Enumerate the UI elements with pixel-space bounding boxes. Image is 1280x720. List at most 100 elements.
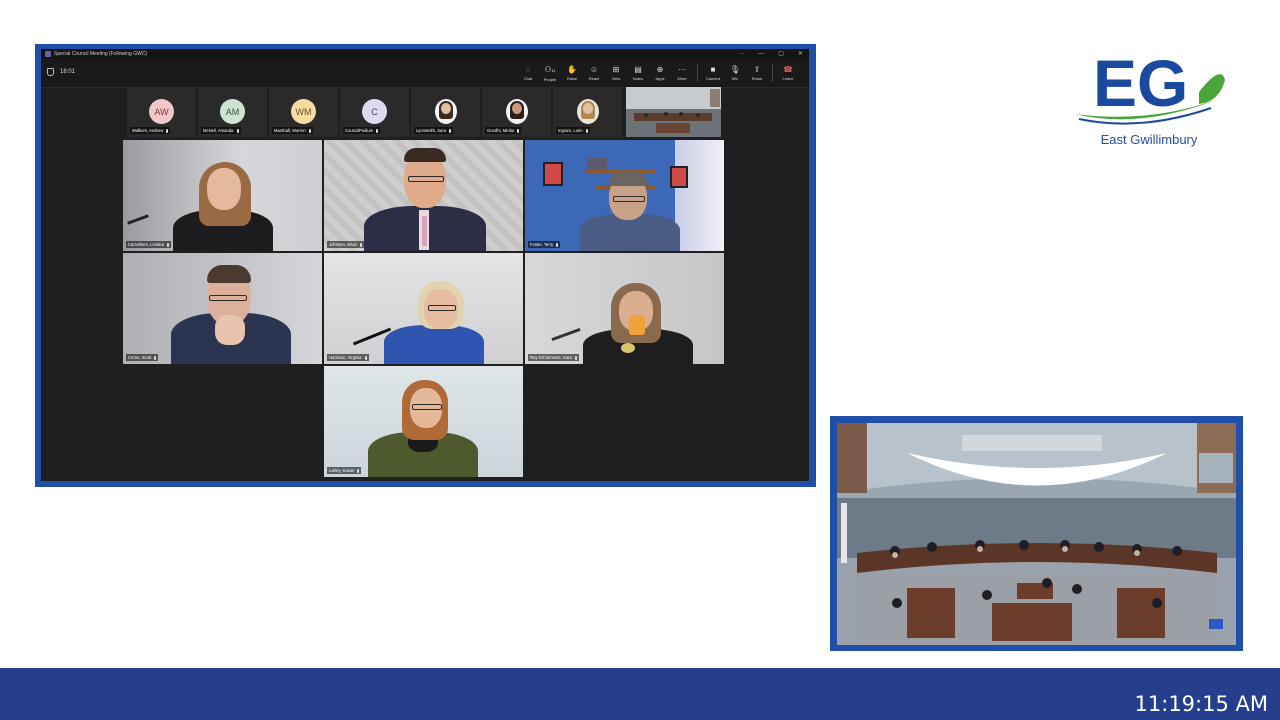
- timer-text: 18:01: [60, 69, 76, 75]
- chamber-camera-feed: [837, 423, 1236, 645]
- leave-button[interactable]: ☎ Leave: [777, 62, 799, 84]
- meeting-toolbar: 18:01 ◌ Chat ⚇11 People ✋ Raise ☺ React ⊞ Vie…: [41, 59, 809, 88]
- participant-name: Marshall, Warren: [274, 128, 306, 133]
- camera-icon: ■: [710, 65, 716, 74]
- video-tile[interactable]: Lahey, Susan: [324, 366, 523, 477]
- title-bar: Special Council Meeting (Following GWC) …: [41, 49, 809, 59]
- participant-name: Johnson, Brian: [329, 242, 357, 247]
- mic-icon: 🎙: [729, 65, 741, 74]
- participant-name: Foster, Terry: [530, 242, 554, 247]
- participant-name: Gundhi, Minita: [487, 128, 514, 133]
- notes-button[interactable]: ▤ Notes: [627, 62, 649, 84]
- mic-off-icon: [154, 355, 157, 360]
- chat-button[interactable]: ◌ Chat: [517, 62, 539, 84]
- share-button[interactable]: ⇪ Share: [746, 62, 768, 84]
- video-tile[interactable]: Carruthers, Loralea: [123, 140, 322, 251]
- mic-off-icon: [556, 242, 559, 247]
- mic-off-icon: [236, 128, 239, 133]
- video-tile[interactable]: Roy-DiClemente, Sara: [525, 253, 724, 364]
- people-label: People: [543, 76, 557, 82]
- close-icon[interactable]: ✕: [798, 49, 803, 59]
- avatar: [435, 99, 457, 124]
- smile-icon: ☺: [589, 65, 599, 74]
- participant-name: Ingram, Lorin: [558, 128, 583, 133]
- footer-bar: 11:19:15 AM: [0, 668, 1280, 720]
- react-button[interactable]: ☺ React: [583, 62, 605, 84]
- view-label: View: [611, 76, 621, 81]
- mic-button[interactable]: 🎙 Mic: [724, 62, 746, 84]
- participant-name: CouncilPodium: [345, 128, 374, 133]
- participant-tile[interactable]: Gundhi, Minita: [482, 87, 551, 137]
- participant-tile[interactable]: WM Marshall, Warren: [269, 87, 338, 137]
- avatar-initials: WM: [295, 106, 312, 117]
- more-button[interactable]: ··· More: [671, 62, 693, 84]
- teams-app-icon: [45, 51, 51, 57]
- participant-figure: [384, 325, 484, 364]
- raise-label: Raise: [566, 76, 578, 81]
- video-tile[interactable]: Hackson, Virginia: [324, 253, 523, 364]
- room-thumbnail-image: [626, 87, 721, 137]
- toolbar-divider: [697, 64, 698, 82]
- participant-tile[interactable]: Lyonsmith, Sara: [411, 87, 480, 137]
- more-icon: ···: [678, 65, 686, 74]
- participant-name: Crone, Scott: [128, 355, 152, 360]
- mic-off-icon: [357, 468, 360, 473]
- mic-off-icon: [449, 128, 452, 133]
- apps-label: Apps: [655, 76, 665, 81]
- phone-icon: ☎: [783, 65, 793, 74]
- mic-off-icon: [376, 128, 379, 133]
- avatar-initials: AM: [225, 106, 240, 117]
- shield-icon: [47, 68, 54, 76]
- avatar: C: [362, 99, 387, 124]
- council-chamber-image: [837, 423, 1236, 645]
- meeting-title: Special Council Meeting (Following GWC): [54, 51, 148, 57]
- avatar: WM: [291, 99, 316, 124]
- people-icon: ⚇11: [544, 64, 556, 74]
- camera-button[interactable]: ■ Camera: [702, 62, 724, 84]
- leave-label: Leave: [782, 76, 794, 81]
- view-button[interactable]: ⊞ View: [605, 62, 627, 84]
- people-button[interactable]: ⚇11 People: [539, 62, 561, 84]
- minimize-icon[interactable]: —: [758, 49, 764, 59]
- participant-tile[interactable]: Ingram, Lorin: [553, 87, 622, 137]
- mic-off-icon: [517, 128, 519, 133]
- mic-label: Mic: [731, 76, 739, 81]
- participant-tile[interactable]: C CouncilPodium: [340, 87, 409, 137]
- participant-name: Lyonsmith, Sara: [416, 128, 447, 133]
- more-label: More: [677, 76, 687, 81]
- maximize-icon[interactable]: ▢: [778, 49, 784, 59]
- mic-off-icon: [364, 355, 367, 360]
- grid-icon: ⊞: [612, 65, 620, 74]
- notes-icon: ▤: [634, 65, 642, 74]
- notes-label: Notes: [632, 76, 644, 81]
- video-tile[interactable]: Johnson, Brian: [324, 140, 523, 251]
- logo-caption: East Gwillimbury: [1100, 132, 1198, 147]
- participant-tile[interactable]: AM McNeil, Amanda: [198, 87, 267, 137]
- more-options-icon[interactable]: ···: [738, 49, 744, 59]
- share-label: Share: [751, 76, 763, 81]
- avatar-initials: C: [371, 106, 378, 117]
- room-camera-thumbnail[interactable]: [626, 87, 721, 137]
- participant-name: Roy-DiClemente, Sara: [530, 355, 572, 360]
- chat-label: Chat: [523, 76, 533, 81]
- logo-letters: EG: [1093, 46, 1188, 120]
- raise-button[interactable]: ✋ Raise: [561, 62, 583, 84]
- apps-button[interactable]: ⊕ Apps: [649, 62, 671, 84]
- participant-name: Walkom, Andrew: [132, 128, 164, 133]
- chamber-camera-frame: [830, 416, 1243, 651]
- participant-name: Carruthers, Loralea: [128, 242, 165, 247]
- share-icon: ⇪: [753, 65, 761, 74]
- video-tile[interactable]: Foster, Terry: [525, 140, 724, 251]
- participant-tile[interactable]: AW Walkom, Andrew: [127, 87, 196, 137]
- react-label: React: [588, 76, 600, 81]
- participant-name: Lahey, Susan: [329, 468, 355, 473]
- participant-name: McNeil, Amanda: [203, 128, 234, 133]
- video-tile[interactable]: Crone, Scott: [123, 253, 322, 364]
- avatar: AM: [220, 99, 245, 124]
- meeting-timer: 18:01: [47, 68, 75, 76]
- clock: 11:19:15 AM: [1134, 692, 1268, 716]
- avatar-initials: AW: [154, 106, 169, 117]
- teams-meeting-window: Special Council Meeting (Following GWC) …: [41, 49, 809, 481]
- chat-icon: ◌: [525, 65, 531, 74]
- mic-off-icon: [167, 242, 170, 247]
